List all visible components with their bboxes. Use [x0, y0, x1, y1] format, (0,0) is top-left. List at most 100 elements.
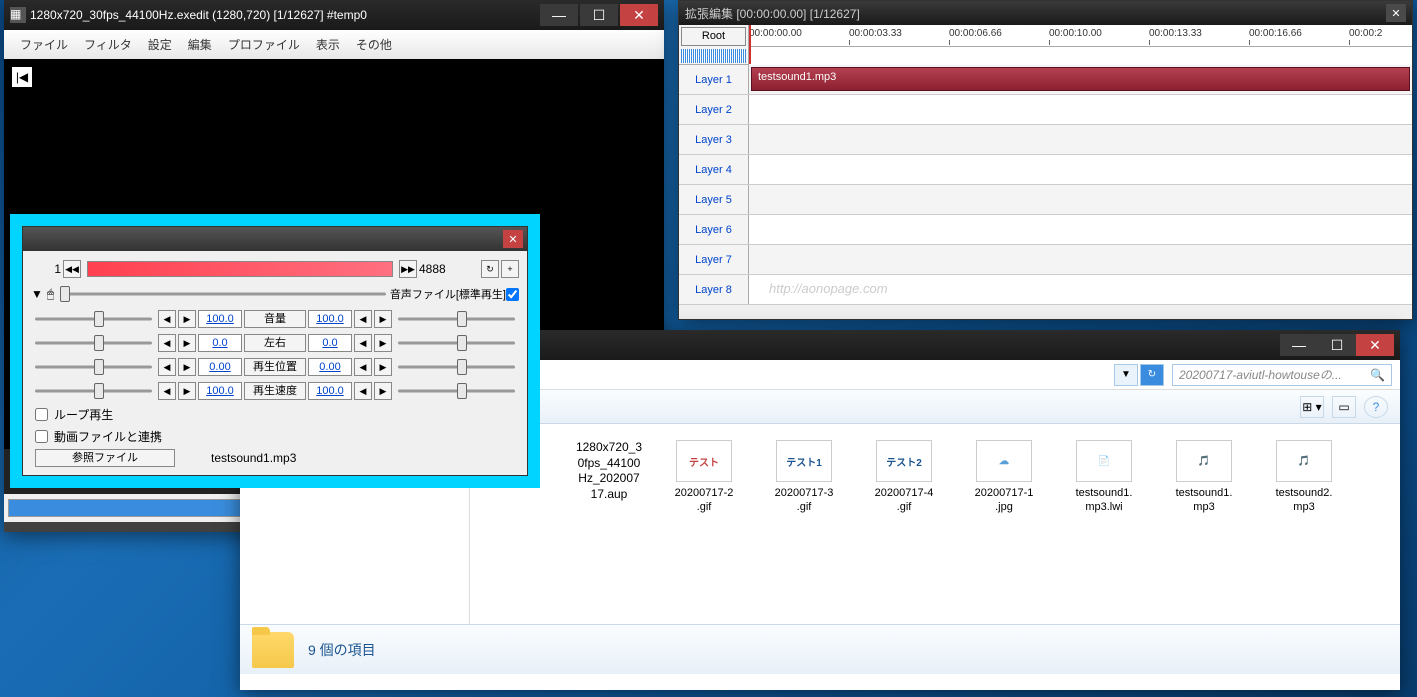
add-button[interactable]: + [501, 260, 519, 278]
param-dec-button[interactable]: ◀ [354, 334, 372, 352]
layer-track[interactable] [749, 215, 1412, 244]
param-inc-button[interactable]: ▶ [178, 358, 196, 376]
file-item[interactable]: テスト 20200717-2.gif [654, 434, 754, 521]
breadcrumb-dropdown-icon[interactable]: ▼ [1114, 364, 1138, 386]
param-dec-button[interactable]: ◀ [158, 382, 176, 400]
explorer-minimize-button[interactable]: — [1280, 334, 1318, 356]
param-name-button[interactable]: 再生速度 [244, 382, 306, 400]
file-item[interactable]: ☁ 20200717-1.jpg [954, 434, 1054, 521]
param-slider-left[interactable] [31, 382, 156, 400]
reload-button[interactable]: ↻ [481, 260, 499, 278]
param-name-button[interactable]: 音量 [244, 310, 306, 328]
file-item[interactable]: テスト1 20200717-3.gif [754, 434, 854, 521]
param-dec-button[interactable]: ◀ [158, 334, 176, 352]
param-slider-right[interactable] [394, 358, 519, 376]
file-item[interactable]: 🎵 testsound2.mp3 [1254, 434, 1354, 521]
explorer-close-button[interactable]: ✕ [1356, 334, 1394, 356]
layer-track[interactable]: http://aonopage.com [749, 275, 1412, 304]
param-value-right[interactable]: 0.0 [308, 334, 352, 352]
param-slider-left[interactable] [31, 310, 156, 328]
root-button[interactable]: Root [681, 27, 746, 46]
param-slider-right[interactable] [394, 334, 519, 352]
param-dec-button[interactable]: ◀ [354, 382, 372, 400]
menu-filter[interactable]: フィルタ [76, 34, 140, 55]
layer-label[interactable]: Layer 5 [679, 185, 749, 214]
param-inc-button[interactable]: ▶ [178, 382, 196, 400]
param-name-button[interactable]: 再生位置 [244, 358, 306, 376]
sound-panel-close-icon[interactable]: ✕ [503, 230, 523, 248]
param-value-right[interactable]: 100.0 [308, 310, 352, 328]
aviutl-titlebar[interactable]: ▦ 1280x720_30fps_44100Hz.exedit (1280,72… [4, 0, 664, 30]
maximize-button[interactable]: ☐ [580, 4, 618, 26]
sound-enable-checkbox[interactable] [506, 288, 519, 301]
preview-pane-button[interactable]: ▭ [1332, 396, 1356, 418]
param-inc-button[interactable]: ▶ [178, 334, 196, 352]
layer-track[interactable] [749, 185, 1412, 214]
close-button[interactable]: ✕ [620, 4, 658, 26]
timeline-ruler[interactable]: 00:00:00.0000:00:03.3300:00:06.6600:00:1… [749, 25, 1412, 64]
loop-checkbox[interactable] [35, 408, 48, 421]
layer-track[interactable] [749, 125, 1412, 154]
frame-range-bar[interactable] [87, 261, 393, 277]
param-value-right[interactable]: 100.0 [308, 382, 352, 400]
menu-profile[interactable]: プロファイル [220, 34, 308, 55]
header-slider[interactable] [58, 285, 390, 303]
layer-label[interactable]: Layer 3 [679, 125, 749, 154]
param-dec-button[interactable]: ◀ [354, 358, 372, 376]
expand-icon[interactable]: ▼ [31, 287, 43, 301]
sound-panel-titlebar[interactable]: ✕ [23, 227, 527, 251]
menu-edit[interactable]: 編集 [180, 34, 220, 55]
param-inc-button[interactable]: ▶ [374, 358, 392, 376]
layer-label[interactable]: Layer 7 [679, 245, 749, 274]
layer-label[interactable]: Layer 4 [679, 155, 749, 184]
param-inc-button[interactable]: ▶ [374, 310, 392, 328]
param-value-right[interactable]: 0.00 [308, 358, 352, 376]
search-input[interactable]: 20200717-aviutl-howtouseの... 🔍 [1172, 364, 1392, 386]
menu-view[interactable]: 表示 [308, 34, 348, 55]
file-item[interactable]: テスト2 20200717-4.gif [854, 434, 954, 521]
param-slider-left[interactable] [31, 334, 156, 352]
file-item[interactable]: 🎵 testsound1.mp3 [1154, 434, 1254, 521]
layer-label[interactable]: Layer 6 [679, 215, 749, 244]
layer-track[interactable] [749, 95, 1412, 124]
param-value-left[interactable]: 0.00 [198, 358, 242, 376]
param-slider-left[interactable] [31, 358, 156, 376]
layer-label[interactable]: Layer 2 [679, 95, 749, 124]
files-pane[interactable]: old 1280x720_3 0fps_44100 Hz_202007 17.a… [470, 424, 1400, 624]
param-inc-button[interactable]: ▶ [374, 334, 392, 352]
file-item[interactable]: 1280x720_3 0fps_44100 Hz_202007 17.aup [564, 434, 654, 521]
timeline-close-button[interactable]: ✕ [1386, 4, 1406, 22]
minimize-button[interactable]: — [540, 4, 578, 26]
refresh-button[interactable]: ↻ [1140, 364, 1164, 386]
layer-track[interactable] [749, 155, 1412, 184]
param-name-button[interactable]: 左右 [244, 334, 306, 352]
rewind-icon[interactable]: |◀ [12, 67, 32, 87]
param-inc-button[interactable]: ▶ [178, 310, 196, 328]
layer-track[interactable] [749, 245, 1412, 274]
timeline-titlebar[interactable]: 拡張編集 [00:00:00.00] [1/12627] ✕ [679, 1, 1412, 25]
param-inc-button[interactable]: ▶ [374, 382, 392, 400]
timeline-clip[interactable]: testsound1.mp3 [751, 67, 1410, 91]
param-dec-button[interactable]: ◀ [158, 310, 176, 328]
view-options-button[interactable]: ⊞ ▾ [1300, 396, 1324, 418]
explorer-maximize-button[interactable]: ☐ [1318, 334, 1356, 356]
param-value-left[interactable]: 100.0 [198, 382, 242, 400]
param-slider-right[interactable] [394, 310, 519, 328]
link-video-checkbox[interactable] [35, 430, 48, 443]
param-dec-button[interactable]: ◀ [354, 310, 372, 328]
frame-start-prev-button[interactable]: ◀◀ [63, 260, 81, 278]
playhead[interactable] [749, 25, 751, 64]
layer-label[interactable]: Layer 8 [679, 275, 749, 304]
menu-file[interactable]: ファイル [12, 34, 76, 55]
layer-track[interactable]: testsound1.mp3 [749, 65, 1412, 94]
menu-settings[interactable]: 設定 [140, 34, 180, 55]
frame-end-next-button[interactable]: ▶▶ [399, 260, 417, 278]
help-button[interactable]: ? [1364, 396, 1388, 418]
param-value-left[interactable]: 0.0 [198, 334, 242, 352]
menu-other[interactable]: その他 [348, 34, 400, 55]
param-dec-button[interactable]: ◀ [158, 358, 176, 376]
file-item[interactable]: 📄 testsound1.mp3.lwi [1054, 434, 1154, 521]
layer-label[interactable]: Layer 1 [679, 65, 749, 94]
reference-file-button[interactable]: 参照ファイル [35, 449, 175, 467]
param-value-left[interactable]: 100.0 [198, 310, 242, 328]
